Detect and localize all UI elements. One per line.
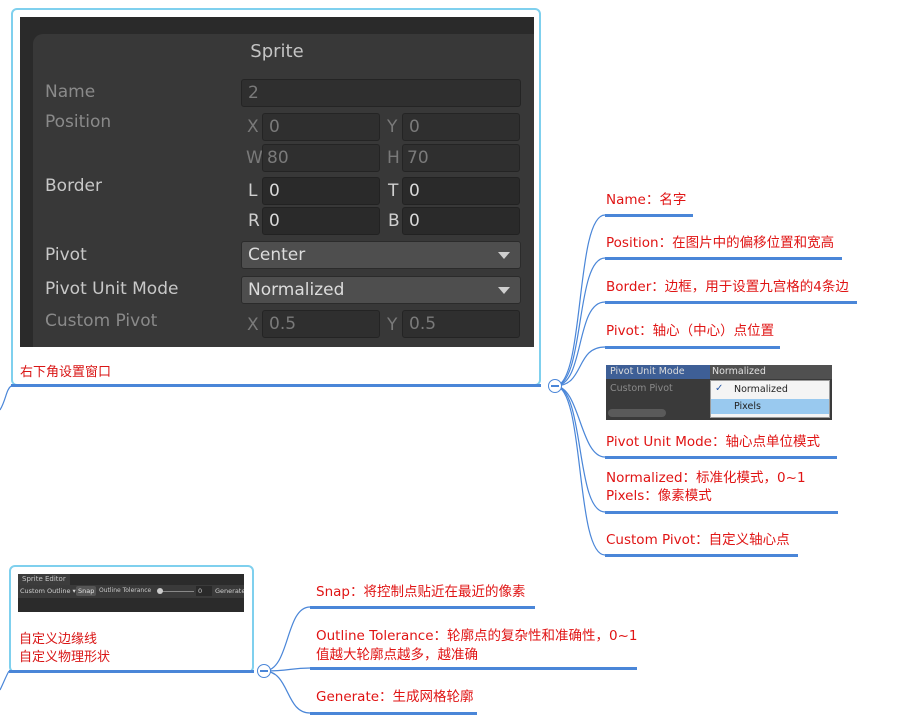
cp-x-field[interactable]: 0.5 — [262, 310, 380, 338]
pos-y-field[interactable]: 0 — [402, 113, 520, 141]
cp-y-field[interactable]: 0.5 — [402, 310, 520, 338]
pum-option-normalized[interactable]: Normalized — [734, 384, 788, 395]
name-field[interactable]: 2 — [241, 79, 521, 107]
link-pivot — [554, 346, 606, 387]
bottom-caption-line2: 自定义物理形状 — [19, 650, 111, 665]
branch-position[interactable]: Position：在图片中的偏移位置和宽高 — [606, 234, 834, 252]
border-t-axis: T — [388, 181, 399, 201]
collapse-bottom-icon[interactable] — [257, 664, 271, 678]
pivot-dropdown[interactable]: Center — [241, 241, 521, 269]
border-r-axis: R — [248, 211, 260, 231]
pivot-value: Center — [248, 245, 306, 265]
branch-snap[interactable]: Snap：将控制点贴近在最近的像素 — [316, 583, 525, 601]
cp-y-axis: Y — [387, 315, 398, 335]
cp-x-axis: X — [247, 315, 259, 335]
check-icon: ✓ — [715, 383, 724, 394]
pos-y-axis: Y — [387, 117, 398, 137]
pum-option-highlight — [711, 399, 829, 414]
pos-h-axis: H — [387, 148, 400, 168]
sprite-window-screenshot: Sprite Name 2 Position X 0 Y 0 W 80 H 70… — [20, 17, 534, 347]
pum-label: Pivot Unit Mode — [610, 366, 685, 377]
position-label: Position — [45, 112, 112, 132]
pum-custom-pivot: Custom Pivot — [610, 383, 673, 394]
pum-scrollbar[interactable] — [608, 409, 666, 417]
border-b-axis: B — [388, 211, 400, 231]
se-slider-handle[interactable] — [157, 588, 163, 594]
branch-name-line — [605, 214, 693, 217]
border-r-field[interactable]: 0 — [262, 207, 380, 235]
pos-h-field[interactable]: 70 — [402, 144, 520, 172]
branch-custom-pivot-line — [605, 554, 798, 557]
pos-w-field[interactable]: 80 — [262, 144, 380, 172]
pivot-unit-dropdown[interactable]: Normalized — [241, 276, 521, 304]
top-node-underline — [11, 384, 541, 387]
branch-border[interactable]: Border：边框，用于设置九宫格的4条边 — [606, 278, 849, 296]
branch-generate-line — [310, 712, 477, 715]
branch-tolerance-line — [310, 667, 637, 670]
link-border — [554, 301, 606, 387]
branch-tolerance-line1[interactable]: Outline Tolerance：轮廓点的复杂性和准确性，0~1 — [316, 627, 638, 645]
chevron-down-icon — [498, 252, 510, 259]
se-tolerance-label: Outline Tolerance — [99, 587, 152, 594]
se-tolerance-value: 0 — [198, 587, 203, 595]
pivot-unit-label: Pivot Unit Mode — [45, 279, 179, 299]
se-mode[interactable]: Custom Outline ▾ — [20, 587, 76, 595]
branch-name[interactable]: Name：名字 — [606, 191, 686, 209]
link-generate — [263, 670, 311, 714]
bottom-node-underline — [9, 670, 254, 673]
top-node-caption: 右下角设置窗口 — [20, 365, 112, 380]
link-snap — [263, 606, 311, 672]
pum-option-pixels[interactable]: Pixels — [734, 401, 761, 412]
branch-position-line — [605, 257, 842, 260]
pivot-unit-screenshot: Pivot Unit Mode Normalized Custom Pivot … — [606, 365, 832, 420]
sprite-title: Sprite — [250, 41, 304, 62]
pivot-unit-value: Normalized — [248, 280, 345, 300]
chevron-down-icon — [498, 287, 510, 294]
border-label: Border — [45, 176, 102, 196]
link-normalized — [554, 385, 606, 513]
pivot-label: Pivot — [45, 245, 87, 265]
pum-value: Normalized — [712, 366, 766, 377]
name-label: Name — [45, 82, 96, 102]
link-root-top — [0, 385, 12, 411]
branch-snap-line — [310, 606, 535, 609]
border-t-field[interactable]: 0 — [402, 177, 520, 205]
bottom-caption-line1: 自定义边缘线 — [19, 632, 98, 647]
branch-custom-pivot[interactable]: Custom Pivot：自定义轴心点 — [606, 531, 790, 549]
pos-x-field[interactable]: 0 — [262, 113, 380, 141]
branch-pivot-unit-line — [605, 456, 837, 459]
pos-w-axis: W — [246, 148, 263, 168]
se-generate[interactable]: Generate — [215, 587, 244, 595]
border-l-axis: L — [248, 181, 258, 201]
branch-pivot-unit[interactable]: Pivot Unit Mode：轴心点单位模式 — [606, 433, 820, 451]
border-l-field[interactable]: 0 — [262, 177, 380, 205]
branch-normalized-line1[interactable]: Normalized：标准化模式，0~1 — [606, 469, 806, 487]
branch-tolerance-line2[interactable]: 值越大轮廓点越多，越准确 — [316, 646, 478, 664]
border-b-field[interactable]: 0 — [402, 207, 520, 235]
sprite-editor-screenshot: Sprite Editor Custom Outline ▾ Snap Outl… — [18, 574, 244, 612]
se-slider-track[interactable] — [158, 591, 194, 592]
collapse-top-icon[interactable] — [548, 379, 562, 393]
branch-pivot[interactable]: Pivot：轴心（中心）点位置 — [606, 322, 774, 340]
custom-pivot-label: Custom Pivot — [45, 311, 158, 331]
se-snap[interactable]: Snap — [78, 587, 94, 595]
branch-generate[interactable]: Generate：生成网格轮廓 — [316, 688, 474, 706]
pos-x-axis: X — [247, 117, 259, 137]
branch-border-line — [605, 301, 857, 304]
link-root-bottom — [0, 670, 10, 691]
se-tab[interactable]: Sprite Editor — [22, 575, 66, 583]
branch-pivot-line — [605, 346, 780, 349]
link-custom-pivot — [554, 385, 606, 556]
branch-normalized-line2[interactable]: Pixels：像素模式 — [606, 487, 712, 505]
branch-normalized-line — [605, 511, 838, 514]
link-name — [554, 214, 606, 387]
